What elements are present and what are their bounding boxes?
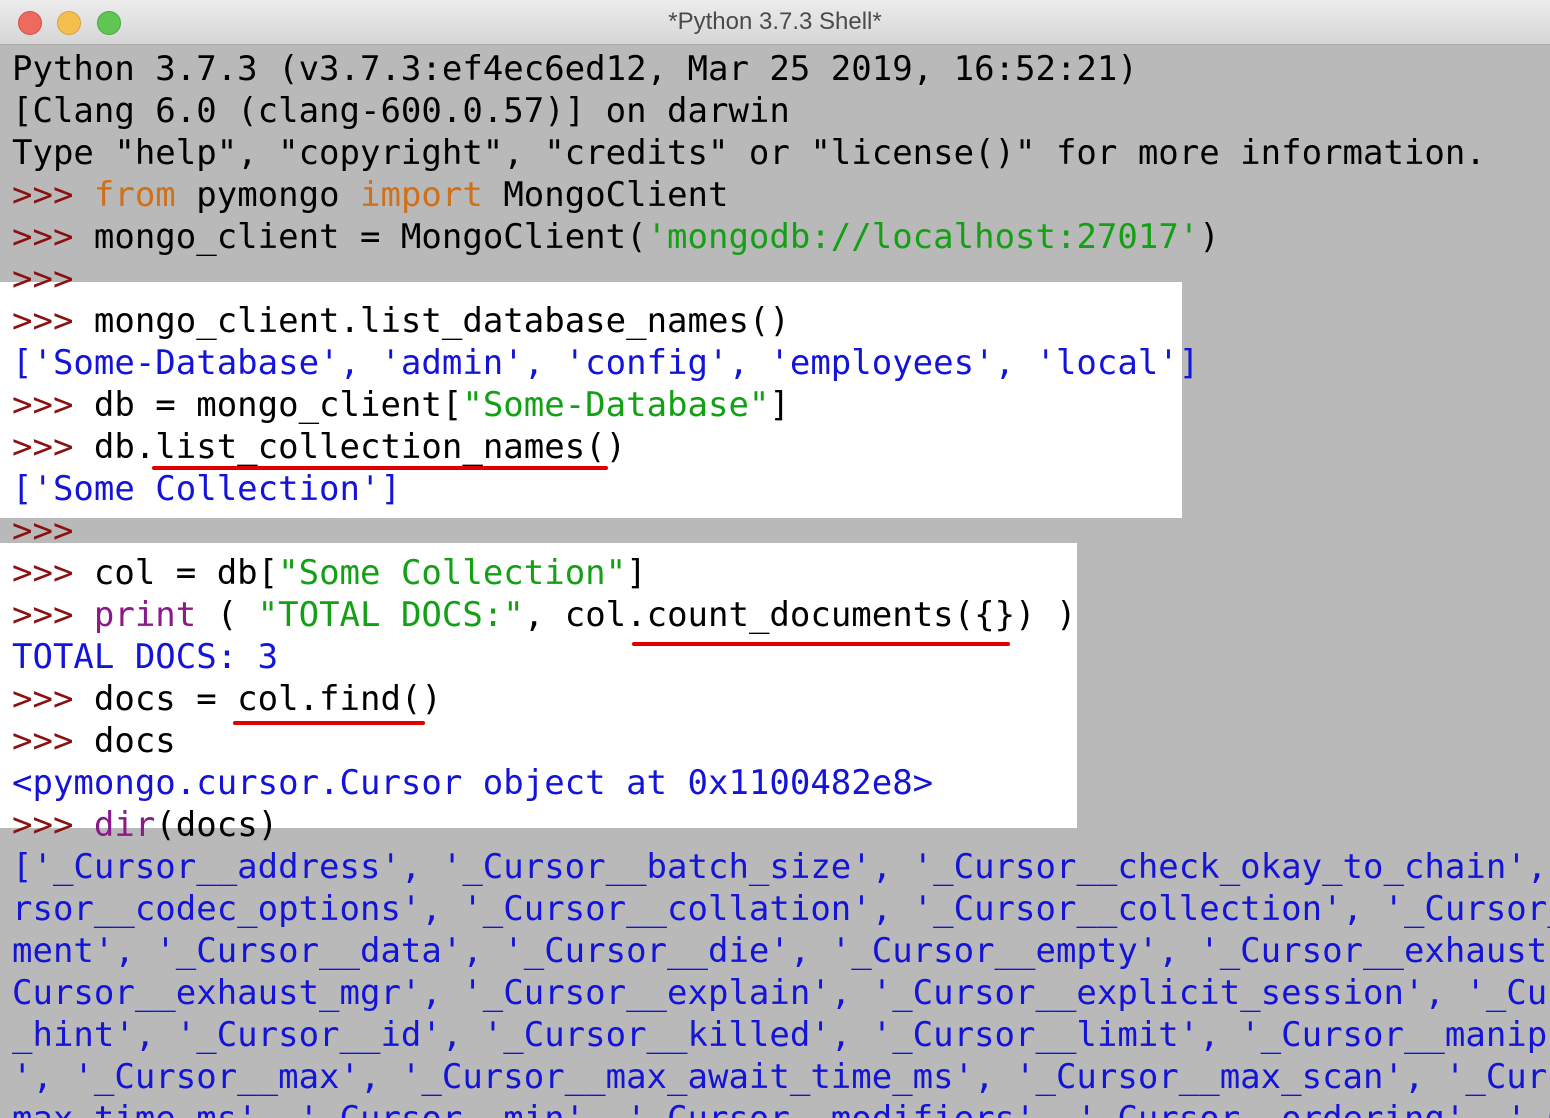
banner-line: Python 3.7.3 (v3.7.3:ef4ec6ed12, Mar 25 … [12,49,1138,89]
prompt: >>> [12,511,94,551]
shell-output-line: ['Some-Database', 'admin', 'config', 'em… [12,343,1200,383]
code-text: col = db[ [93,553,279,593]
shell-input-line: >>> dir(docs) [12,804,1550,846]
code-text: ) [1199,217,1220,257]
code-text: mongo_client = MongoClient( [93,217,647,257]
red-underline-count-documents [632,642,1010,646]
prompt: >>> [12,427,94,467]
code-text: docs [93,721,176,761]
shell-output-line: rsor__codec_options', '_Cursor__collatio… [12,889,1550,929]
string-literal: "Some-Database" [462,385,770,425]
keyword: import [360,175,483,215]
shell-input-line: >>> col = db["Some Collection"] [12,552,1550,594]
shell-input-line: >>> docs [12,720,1550,762]
shell-output-line: ment', '_Cursor__data', '_Cursor__die', … [12,931,1550,971]
title-bar: *Python 3.7.3 Shell* [0,0,1550,45]
shell-output-line: ['_Cursor__address', '_Cursor__batch_siz… [12,847,1550,887]
code-text: ] [769,385,790,425]
code-text: mongo_client.list_database_names() [93,301,790,341]
shell-input-line: >>> db.list_collection_names() [12,426,1550,468]
string-literal: "TOTAL DOCS:" [257,595,524,635]
red-underline-col-find [233,721,425,725]
code-text: (docs) [155,805,279,845]
shell-console[interactable]: Python 3.7.3 (v3.7.3:ef4ec6ed12, Mar 25 … [12,48,1550,1118]
prompt: >>> [12,259,94,299]
code-text: , col.count_documents({}) ) [523,595,1077,635]
shell-output-line: Cursor__exhaust_mgr', '_Cursor__explain'… [12,973,1550,1013]
code-text: db.list_collection_names() [93,427,627,467]
prompt: >>> [12,805,94,845]
code-text: ] [626,553,647,593]
prompt: >>> [12,595,94,635]
shell-input-line: >>> print ( "TOTAL DOCS:", col.count_doc… [12,594,1550,636]
prompt: >>> [12,385,94,425]
keyword: from [93,175,176,215]
shell-input-line: >>> db = mongo_client["Some-Database"] [12,384,1550,426]
string-literal: 'mongodb://localhost:27017' [646,217,1200,257]
shell-output-line: <pymongo.cursor.Cursor object at 0x11004… [12,763,934,803]
code-text: ( [196,595,258,635]
prompt: >>> [12,301,94,341]
prompt: >>> [12,217,94,257]
red-underline-list-collection-names [152,466,608,470]
string-literal: "Some Collection" [278,553,627,593]
shell-input-line: >>> mongo_client.list_database_names() [12,300,1550,342]
prompt: >>> [12,679,94,719]
shell-input-line: >>> mongo_client = MongoClient('mongodb:… [12,216,1550,258]
shell-output-line: ', '_Cursor__max', '_Cursor__max_await_t… [12,1057,1550,1097]
builtin: dir [93,805,156,845]
code-text: pymongo [175,175,361,215]
prompt: >>> [12,175,94,215]
shell-output-line: max_time_ms', '_Cursor__min', '_Cursor__… [12,1098,1550,1118]
banner-line: [Clang 6.0 (clang-600.0.57)] on darwin [12,91,790,131]
prompt: >>> [12,553,94,593]
code-text: db = mongo_client[ [93,385,463,425]
shell-input-line: >>> [12,510,1550,552]
shell-input-line: >>> [12,258,1550,300]
shell-output-line: _hint', '_Cursor__id', '_Cursor__killed'… [12,1015,1550,1055]
code-text: MongoClient [482,175,729,215]
shell-input-line: >>> docs = col.find() [12,678,1550,720]
prompt: >>> [12,721,94,761]
window-title: *Python 3.7.3 Shell* [668,8,882,35]
banner-line: Type "help", "copyright", "credits" or "… [12,133,1486,173]
builtin: print [93,595,197,635]
shell-input-line: >>> from pymongo import MongoClient [12,174,1550,216]
shell-output-line: ['Some Collection'] [12,469,401,509]
code-text: docs = col.find() [93,679,442,719]
